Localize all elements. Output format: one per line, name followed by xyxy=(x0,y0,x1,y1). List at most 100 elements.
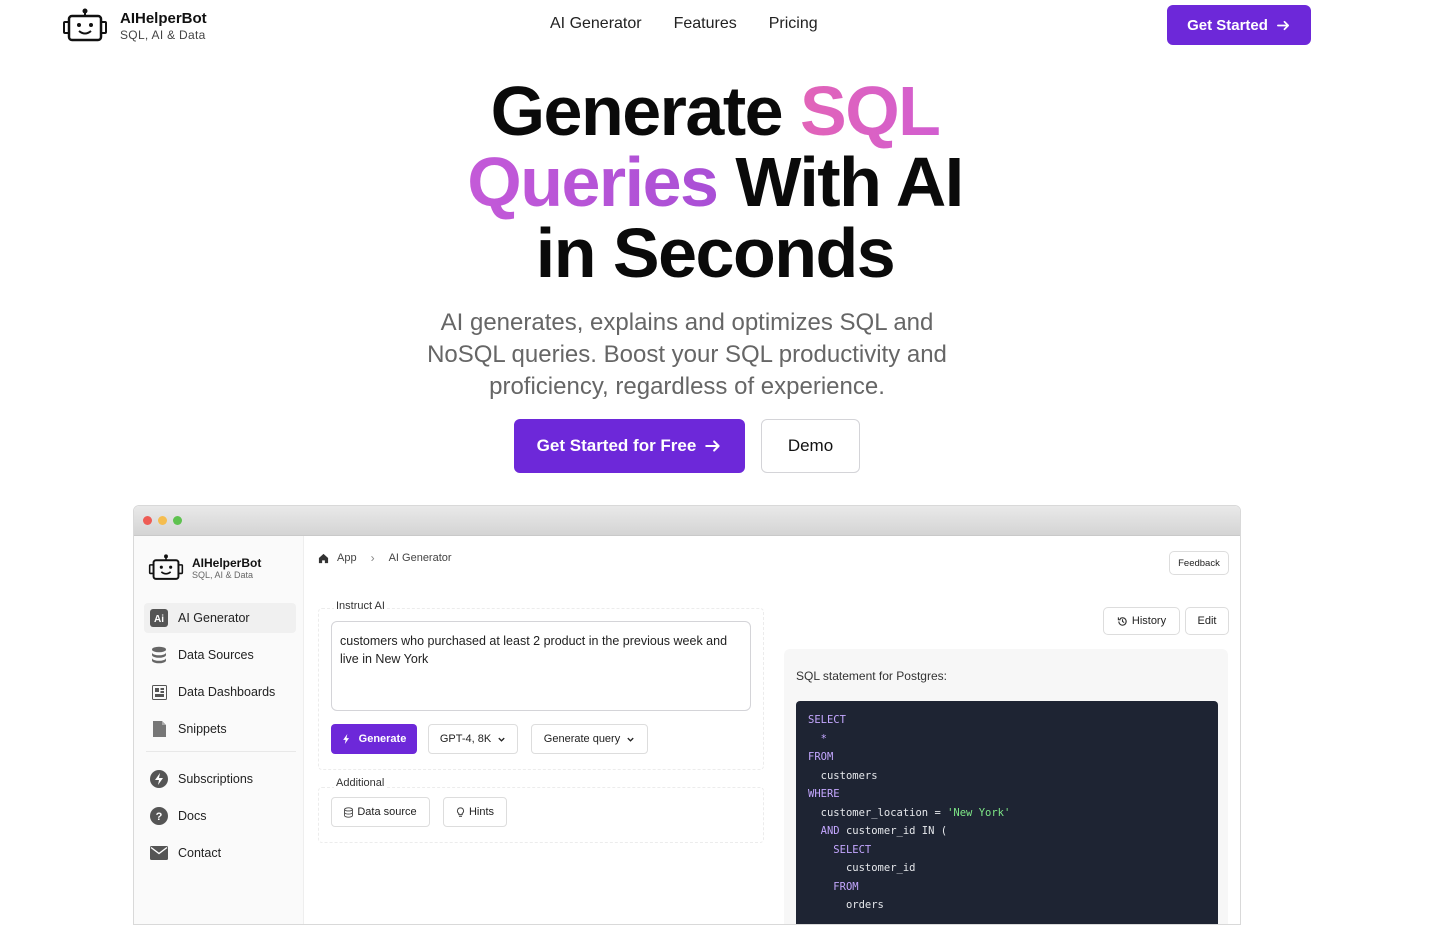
model-select[interactable]: GPT-4, 8K xyxy=(428,724,518,754)
sql-line: WHERE xyxy=(808,788,840,800)
nav-link-pricing[interactable]: Pricing xyxy=(769,15,818,33)
history-label: History xyxy=(1131,615,1167,627)
sidebar-item-snippets[interactable]: Snippets xyxy=(144,714,296,744)
help-icon: ? xyxy=(150,807,168,825)
data-source-label: Data source xyxy=(357,806,417,818)
sql-result-panel: SQL statement for Postgres: SELECT * FROM… xyxy=(784,649,1228,924)
edit-button[interactable]: Edit xyxy=(1185,607,1229,635)
nav-links: AI Generator Features Pricing xyxy=(550,15,818,33)
get-started-button[interactable]: Get Started xyxy=(1167,5,1311,45)
sidebar-item-ai-generator[interactable]: Ai AI Generator xyxy=(144,603,296,633)
history-icon xyxy=(1117,616,1127,626)
hints-button[interactable]: Hints xyxy=(443,797,507,827)
chevron-right-icon: › xyxy=(370,551,375,565)
get-started-free-button[interactable]: Get Started for Free xyxy=(514,419,745,473)
sql-line: customer_location = 'New York' xyxy=(820,806,1011,819)
snippet-icon xyxy=(150,720,168,738)
breadcrumb-app[interactable]: App xyxy=(337,552,357,564)
brand[interactable]: AIHelperBot SQL, AI & Data xyxy=(62,8,207,44)
hints-label: Hints xyxy=(468,806,495,818)
hero-title-line2-accent: Queries xyxy=(467,143,719,221)
sql-line: AND customer_id IN ( xyxy=(820,825,948,837)
window-titlebar xyxy=(134,506,1240,536)
lightbulb-icon xyxy=(456,806,465,817)
lightning-icon xyxy=(342,734,349,744)
minimize-dot-icon xyxy=(158,516,167,525)
database-icon xyxy=(344,806,354,818)
hero-title-line3: in Seconds xyxy=(535,214,896,292)
hero-title-line1-plain: Generate xyxy=(490,72,801,150)
arrow-right-icon xyxy=(1276,20,1289,30)
svg-text:Ai: Ai xyxy=(154,614,164,625)
breadcrumb-current: AI Generator xyxy=(388,552,452,564)
sidebar-item-subscriptions[interactable]: Subscriptions xyxy=(144,764,296,794)
mode-select[interactable]: Generate query xyxy=(531,724,648,754)
instruct-label: Instruct AI xyxy=(334,600,387,612)
hero-title-line1-accent: SQL xyxy=(800,72,941,150)
sidebar-item-docs[interactable]: ? Docs xyxy=(144,801,296,831)
lightning-icon xyxy=(150,770,168,788)
get-started-free-label: Get Started for Free xyxy=(536,436,697,455)
sidebar-divider xyxy=(146,751,296,752)
mail-icon xyxy=(150,844,168,862)
maximize-dot-icon xyxy=(173,516,182,525)
sql-line: customer_id xyxy=(845,862,916,874)
demo-button[interactable]: Demo xyxy=(761,419,860,473)
hero-subtitle: AI generates, explains and optimizes SQL… xyxy=(427,309,947,400)
data-source-button[interactable]: Data source xyxy=(331,797,430,827)
result-label: SQL statement for Postgres: xyxy=(796,669,947,683)
history-button[interactable]: History xyxy=(1103,607,1180,635)
database-icon xyxy=(150,646,168,664)
sidebar-item-label: Subscriptions xyxy=(178,772,254,786)
close-dot-icon xyxy=(143,516,152,525)
mode-select-value: Generate query xyxy=(543,733,621,745)
sidebar-brand-tagline: SQL, AI & Data xyxy=(192,570,254,580)
sql-line: orders xyxy=(845,899,884,911)
instruction-input[interactable] xyxy=(331,621,751,711)
sidebar-item-contact[interactable]: Contact xyxy=(144,838,296,868)
top-nav: AIHelperBot SQL, AI & Data AI Generator … xyxy=(0,0,1430,52)
sidebar-item-data-sources[interactable]: Data Sources xyxy=(144,640,296,670)
feedback-button[interactable]: Feedback xyxy=(1169,551,1229,575)
sql-line: FROM xyxy=(833,880,859,893)
sql-line: FROM xyxy=(808,751,834,763)
sql-code-block[interactable]: SELECT * FROM customers WHERE customer_loc… xyxy=(796,701,1218,924)
svg-text:?: ? xyxy=(156,811,163,823)
brand-name: AIHelperBot xyxy=(120,10,207,27)
sidebar-item-label: Data Sources xyxy=(178,648,254,662)
chevron-down-icon xyxy=(498,737,505,742)
sql-line: SELECT xyxy=(808,714,846,726)
app-window-preview: AIHelperBot SQL, AI & Data Ai AI Generat… xyxy=(133,505,1241,925)
nav-link-ai-generator[interactable]: AI Generator xyxy=(550,15,642,33)
sidebar-item-label: AI Generator xyxy=(178,611,250,625)
home-icon[interactable] xyxy=(318,553,329,564)
additional-label: Additional xyxy=(334,777,387,789)
generate-button[interactable]: Generate xyxy=(331,724,417,754)
sidebar-item-label: Contact xyxy=(178,846,222,860)
sql-line: * xyxy=(820,732,827,745)
generate-label: Generate xyxy=(358,733,407,745)
breadcrumb: App › AI Generator xyxy=(318,551,452,565)
app-sidebar: AIHelperBot SQL, AI & Data Ai AI Generat… xyxy=(134,536,304,924)
arrow-right-icon xyxy=(705,440,720,452)
chevron-down-icon xyxy=(627,737,634,742)
robot-logo-icon xyxy=(63,8,107,42)
sidebar-brand[interactable]: AIHelperBot SQL, AI & Data xyxy=(148,554,261,582)
dashboard-icon xyxy=(150,683,168,701)
ai-icon: Ai xyxy=(150,609,168,627)
sidebar-brand-name: AIHelperBot xyxy=(192,556,262,570)
sql-line: SELECT xyxy=(833,843,872,856)
nav-link-features[interactable]: Features xyxy=(674,15,737,33)
sidebar-item-data-dashboards[interactable]: Data Dashboards xyxy=(144,677,296,707)
robot-logo-icon xyxy=(148,554,184,580)
sidebar-item-label: Snippets xyxy=(178,722,227,736)
sidebar-item-label: Data Dashboards xyxy=(178,685,276,699)
model-select-value: GPT-4, 8K xyxy=(439,733,492,745)
sql-line: customers xyxy=(820,769,878,782)
sidebar-item-label: Docs xyxy=(178,809,207,823)
brand-tagline: SQL, AI & Data xyxy=(120,28,206,42)
hero-title: Generate SQL Queries With AI in Seconds xyxy=(0,76,1430,289)
get-started-label: Get Started xyxy=(1187,16,1268,34)
hero-title-line2-plain: With AI xyxy=(717,143,964,221)
app-main: App › AI Generator Feedback Instruct AI … xyxy=(304,536,1240,924)
